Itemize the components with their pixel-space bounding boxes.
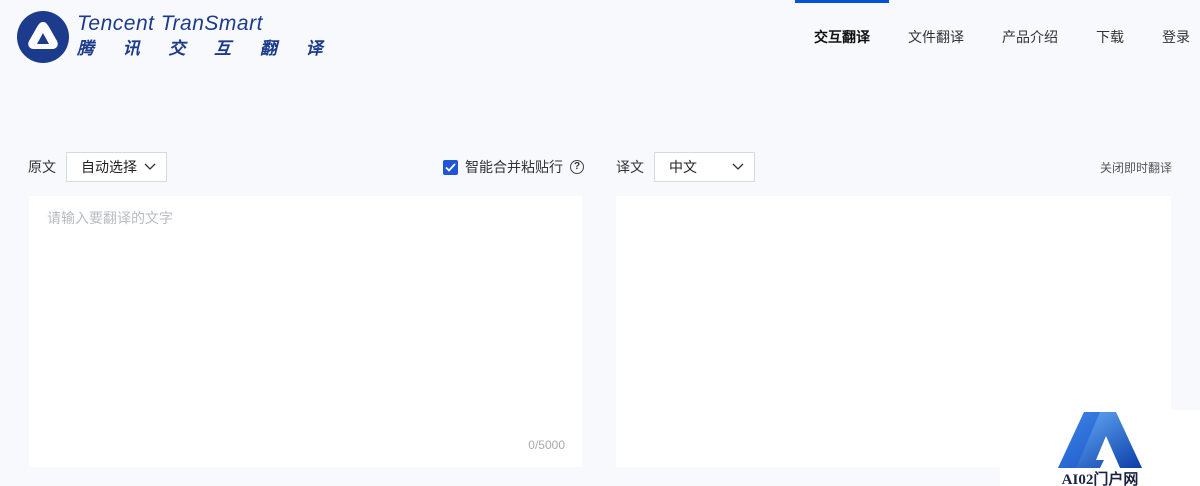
source-text-input[interactable] (29, 196, 582, 467)
source-label: 原文 (28, 159, 56, 175)
top-nav: 交互翻译 文件翻译 产品介绍 下载 登录 (795, 0, 1190, 74)
source-panel: 0/5000 (29, 196, 582, 467)
source-toolbar: 原文 自动选择 智能合并粘贴行 ? (28, 152, 584, 182)
chevron-down-icon (732, 163, 744, 170)
smart-merge-checkbox[interactable] (443, 159, 458, 175)
nav-login[interactable]: 登录 (1143, 0, 1190, 74)
watermark-text: AI02门户网 (1061, 472, 1139, 486)
logo-chinese: 腾 讯 交 互 翻 译 (77, 39, 335, 58)
nav-download[interactable]: 下载 (1077, 0, 1143, 74)
page: Tencent TranSmart 腾 讯 交 互 翻 译 交互翻译 文件翻译 … (0, 0, 1200, 486)
target-language-select[interactable]: 中文 (654, 152, 755, 182)
logo-english: Tencent TranSmart (77, 12, 263, 35)
target-toolbar: 译文 中文 关闭即时翻译 (616, 152, 1172, 182)
nav-file-translation[interactable]: 文件翻译 (889, 0, 983, 74)
watermark: AI02门户网 (1000, 410, 1200, 486)
tencent-transmart-logo-icon (17, 11, 69, 63)
chevron-down-icon (144, 163, 156, 170)
character-counter: 0/5000 (528, 438, 565, 452)
target-label: 译文 (616, 159, 644, 175)
logo-text: Tencent TranSmart 腾 讯 交 互 翻 译 (77, 12, 335, 62)
source-language-select[interactable]: 自动选择 (66, 152, 167, 182)
checkmark-icon (445, 162, 456, 172)
smart-merge-label[interactable]: 智能合并粘贴行 (465, 157, 563, 177)
logo[interactable]: Tencent TranSmart 腾 讯 交 互 翻 译 (16, 10, 335, 64)
close-instant-translation-button[interactable]: 关闭即时翻译 (1100, 159, 1172, 176)
nav-product-intro[interactable]: 产品介绍 (983, 0, 1077, 74)
nav-interactive-translation[interactable]: 交互翻译 (795, 0, 889, 74)
watermark-logo-icon (1058, 412, 1142, 468)
source-language-value: 自动选择 (81, 159, 137, 175)
help-icon[interactable]: ? (570, 160, 584, 174)
target-language-value: 中文 (669, 159, 697, 175)
